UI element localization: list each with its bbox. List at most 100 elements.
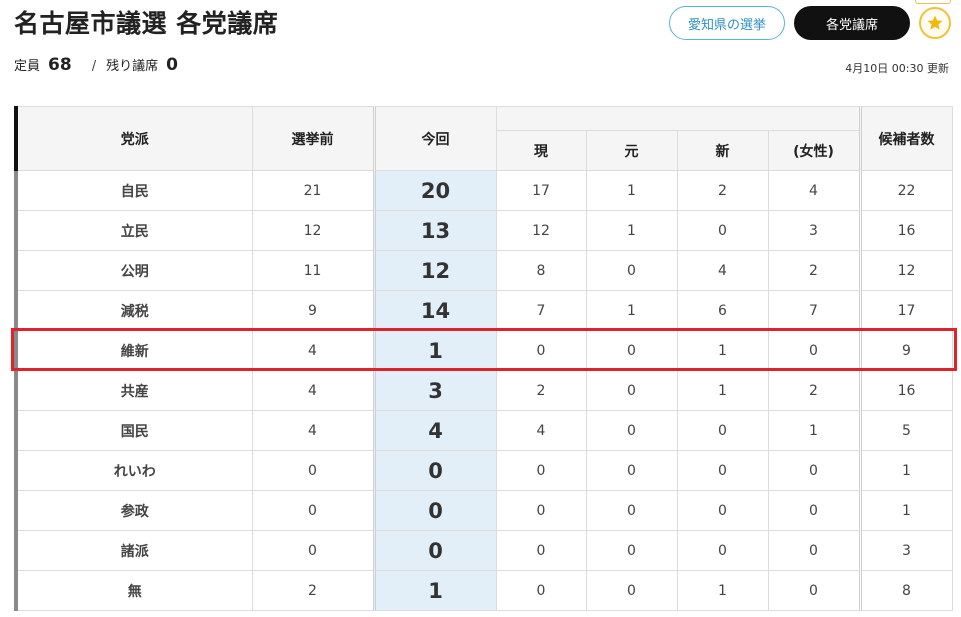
current-seats-cell: 1 [372,570,497,611]
updated-timestamp: 4月10日 00:30 更新 [845,62,949,75]
party-seats-button[interactable]: 各党議席 [794,6,910,40]
women-cell: 0 [767,330,861,371]
former-cell: 0 [585,490,678,531]
favorite-button[interactable] [919,7,951,39]
former-cell: 1 [585,210,678,251]
incumbent-cell: 12 [495,210,587,251]
incumbent-cell: 0 [495,490,587,531]
header-now: 今回 [372,106,497,171]
incumbent-cell: 0 [495,570,587,611]
women-cell: 0 [767,490,861,531]
new-cell: 0 [676,410,769,451]
party-name-cell: 諸派 [14,530,253,571]
current-seats-cell: 1 [372,330,497,371]
party-name-cell: 参政 [14,490,253,531]
former-cell: 1 [585,290,678,331]
incumbent-cell: 4 [495,410,587,451]
candidates-cell: 3 [858,530,953,571]
header-former: 元 [585,130,678,171]
header-breakdown [495,106,861,131]
party-name-cell: 無 [14,570,253,611]
candidates-cell: 5 [858,410,953,451]
party-name-cell: 共産 [14,370,253,411]
header-women: (女性) [767,130,861,171]
table-row: 諸派 0 0 0 0 0 0 3 [14,530,953,571]
incumbent-cell: 0 [495,530,587,571]
incumbent-cell: 8 [495,250,587,291]
new-cell: 4 [676,250,769,291]
new-cell: 1 [676,370,769,411]
former-cell: 1 [585,170,678,211]
current-seats-cell: 3 [372,370,497,411]
before-seats-cell: 4 [251,410,375,451]
seat-rows: 自民 21 20 17 1 2 4 22 立民 12 13 12 1 0 3 16 公明 11 12 8 0 4 2 12 減税… [14,170,953,611]
current-seats-cell: 4 [372,410,497,451]
women-cell: 0 [767,570,861,611]
header-incumbent: 現 [495,130,587,171]
table-row: れいわ 0 0 0 0 0 0 1 [14,450,953,491]
candidates-cell: 17 [858,290,953,331]
incumbent-cell: 7 [495,290,587,331]
before-seats-cell: 21 [251,170,375,211]
table-row: 共産 4 3 2 0 1 2 16 [14,370,953,411]
candidates-cell: 16 [858,370,953,411]
party-name-cell: 維新 [14,330,253,371]
table-row: 国民 4 4 4 0 0 1 5 [14,410,953,451]
remaining-value: 0 [166,55,178,75]
women-cell: 0 [767,530,861,571]
capacity-value: 68 [48,55,72,75]
women-cell: 3 [767,210,861,251]
party-seats-table: 党派 選挙前 今回 候補者数 現 元 新 (女性) 自民 21 20 17 1 2 4 22 立… [14,106,953,611]
new-cell: 0 [676,490,769,531]
former-cell: 0 [585,570,678,611]
remaining-label: 残り議席 [106,59,159,74]
before-seats-cell: 0 [251,450,375,491]
header-party: 党派 [14,106,253,171]
former-cell: 0 [585,530,678,571]
before-seats-cell: 0 [251,490,375,531]
current-seats-cell: 12 [372,250,497,291]
header-new: 新 [676,130,769,171]
before-seats-cell: 12 [251,210,375,251]
current-seats-cell: 13 [372,210,497,251]
star-icon [926,14,944,32]
new-cell: 6 [676,290,769,331]
table-row: 無2100108 [14,570,953,611]
candidates-cell: 1 [858,450,953,491]
star-tab-decoration [915,0,951,4]
party-name-cell: 減税 [14,290,253,331]
former-cell: 0 [585,330,678,371]
table-row: 維新 4 1 0 0 1 0 9 [14,330,953,371]
before-seats-cell: 2 [251,570,375,611]
party-name-cell: 国民 [14,410,253,451]
women-cell: 2 [767,250,861,291]
seat-summary: 定員 68 / 残り議席 0 [14,55,178,75]
before-seats-cell: 4 [251,370,375,411]
candidates-cell: 8 [858,570,953,611]
incumbent-cell: 2 [495,370,587,411]
aichi-elections-button[interactable]: 愛知県の選挙 [669,6,785,40]
table-row: 立民 12 13 12 1 0 3 16 [14,210,953,251]
current-seats-cell: 0 [372,530,497,571]
table-row: 参政 0 0 0 0 0 0 1 [14,490,953,531]
current-seats-cell: 0 [372,450,497,491]
before-seats-cell: 4 [251,330,375,371]
before-seats-cell: 9 [251,290,375,331]
new-cell: 1 [676,570,769,611]
header-actions: 愛知県の選挙 各党議席 [669,6,951,40]
current-seats-cell: 0 [372,490,497,531]
new-cell: 1 [676,330,769,371]
women-cell: 1 [767,410,861,451]
candidates-cell: 9 [858,330,953,371]
new-cell: 0 [676,530,769,571]
women-cell: 2 [767,370,861,411]
candidates-cell: 12 [858,250,953,291]
new-cell: 2 [676,170,769,211]
women-cell: 7 [767,290,861,331]
former-cell: 0 [585,370,678,411]
new-cell: 0 [676,210,769,251]
former-cell: 0 [585,250,678,291]
former-cell: 0 [585,450,678,491]
capacity-label: 定員 [14,59,41,74]
former-cell: 0 [585,410,678,451]
